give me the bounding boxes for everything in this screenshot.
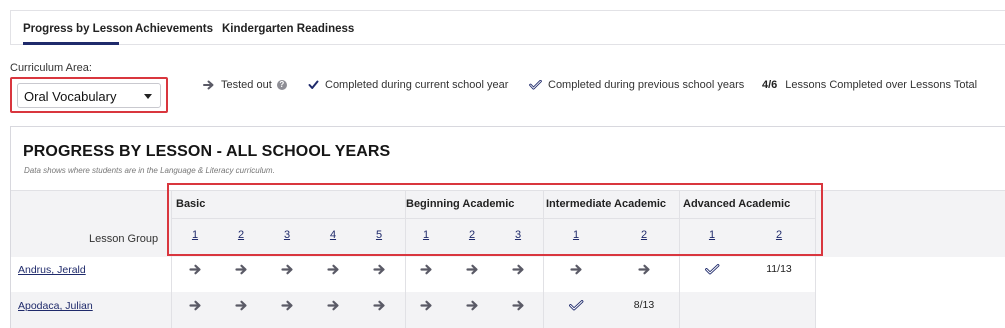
lesson-ratio-text: 11/13 bbox=[766, 263, 792, 275]
lesson-number-link[interactable]: 3 bbox=[508, 229, 528, 241]
check-icon bbox=[308, 80, 319, 89]
legend-completed-previous-label: Completed during previous school years bbox=[548, 79, 745, 91]
arrow-right-icon bbox=[629, 259, 659, 279]
student-name-link[interactable]: Apodaca, Julian bbox=[18, 300, 93, 312]
arrow-right-icon bbox=[318, 259, 348, 279]
arrow-right-icon bbox=[457, 259, 487, 279]
legend-completed-previous: Completed during previous school years bbox=[529, 79, 744, 91]
lesson-number-link[interactable]: 2 bbox=[634, 229, 654, 241]
tab-achievements[interactable]: Achievements bbox=[135, 11, 213, 45]
legend-ratio: 4/6 Lessons Completed over Lessons Total bbox=[762, 79, 977, 91]
empty-cell bbox=[697, 295, 727, 315]
lesson-number-link[interactable]: 5 bbox=[369, 229, 389, 241]
grid-divider bbox=[679, 190, 680, 328]
grid-divider bbox=[11, 190, 1005, 191]
arrow-right-icon bbox=[364, 259, 394, 279]
arrow-right-icon bbox=[318, 295, 348, 315]
legend-completed-current-label: Completed during current school year bbox=[325, 79, 509, 91]
tab-bar: Progress by Lesson Achievements Kinderga… bbox=[10, 10, 1005, 45]
curriculum-highlight: Oral Vocabulary bbox=[10, 77, 168, 113]
lesson-group-name: Advanced Academic bbox=[683, 198, 791, 210]
double-check-icon bbox=[529, 80, 542, 90]
grid-divider bbox=[171, 190, 172, 328]
lesson-number-link[interactable]: 1 bbox=[185, 229, 205, 241]
curriculum-area-value: Oral Vocabulary bbox=[24, 89, 117, 104]
legend-ratio-label: Lessons Completed over Lessons Total bbox=[785, 79, 978, 91]
grid-divider bbox=[171, 218, 815, 219]
lesson-number-link[interactable]: 2 bbox=[231, 229, 251, 241]
lesson-number-link[interactable]: 4 bbox=[323, 229, 343, 241]
grid-divider bbox=[405, 190, 406, 328]
curriculum-area-select[interactable]: Oral Vocabulary bbox=[17, 83, 161, 108]
lesson-group-name: Beginning Academic bbox=[406, 198, 515, 210]
lesson-group-name: Intermediate Academic bbox=[546, 198, 667, 210]
student-name-link[interactable]: Andrus, Jerald bbox=[18, 264, 86, 276]
arrow-right-icon bbox=[364, 295, 394, 315]
empty-cell bbox=[764, 295, 794, 315]
arrow-right-icon bbox=[561, 259, 591, 279]
double-check-icon bbox=[697, 259, 727, 279]
lesson-number-link[interactable]: 1 bbox=[416, 229, 436, 241]
arrow-right-icon bbox=[180, 295, 210, 315]
lesson-number-link[interactable]: 3 bbox=[277, 229, 297, 241]
double-check-icon bbox=[561, 295, 591, 315]
lesson-ratio-text: 8/13 bbox=[633, 299, 655, 311]
arrow-right-icon bbox=[503, 295, 533, 315]
lesson-number-link[interactable]: 1 bbox=[566, 229, 586, 241]
legend-tested-out-label: Tested out bbox=[221, 79, 272, 91]
arrow-right-icon bbox=[180, 259, 210, 279]
legend-ratio-value: 4/6 bbox=[762, 79, 778, 91]
lesson-number-link[interactable]: 1 bbox=[702, 229, 722, 241]
grid-divider bbox=[543, 190, 544, 328]
arrow-right-icon bbox=[503, 259, 533, 279]
tab-progress-by-lesson[interactable]: Progress by Lesson bbox=[23, 11, 133, 45]
arrow-right-icon bbox=[411, 295, 441, 315]
arrow-right-icon bbox=[457, 295, 487, 315]
lesson-group-label: Lesson Group bbox=[89, 233, 159, 245]
panel-subtitle: Data shows where students are in the Lan… bbox=[24, 166, 275, 175]
arrow-right-icon bbox=[411, 259, 441, 279]
panel-title: PROGRESS BY LESSON - ALL SCHOOL YEARS bbox=[23, 143, 391, 160]
arrow-right-icon bbox=[226, 259, 256, 279]
arrow-right-icon bbox=[226, 295, 256, 315]
arrow-right-icon bbox=[203, 80, 214, 90]
arrow-right-icon bbox=[272, 259, 302, 279]
caret-down-icon bbox=[144, 94, 152, 99]
lesson-group-name: Basic bbox=[176, 198, 206, 210]
progress-cell: 11/13 bbox=[764, 259, 794, 279]
arrow-right-icon bbox=[272, 295, 302, 315]
legend-tested-out: Tested out ? bbox=[203, 79, 287, 91]
tab-kindergarten-readiness[interactable]: Kindergarten Readiness bbox=[222, 11, 354, 45]
legend-completed-current: Completed during current school year bbox=[308, 79, 508, 91]
curriculum-area-label: Curriculum Area: bbox=[10, 62, 92, 74]
lesson-number-link[interactable]: 2 bbox=[769, 229, 789, 241]
info-icon[interactable]: ? bbox=[276, 80, 287, 90]
grid-divider bbox=[815, 190, 816, 328]
progress-cell: 8/13 bbox=[629, 295, 659, 315]
lesson-number-link[interactable]: 2 bbox=[462, 229, 482, 241]
